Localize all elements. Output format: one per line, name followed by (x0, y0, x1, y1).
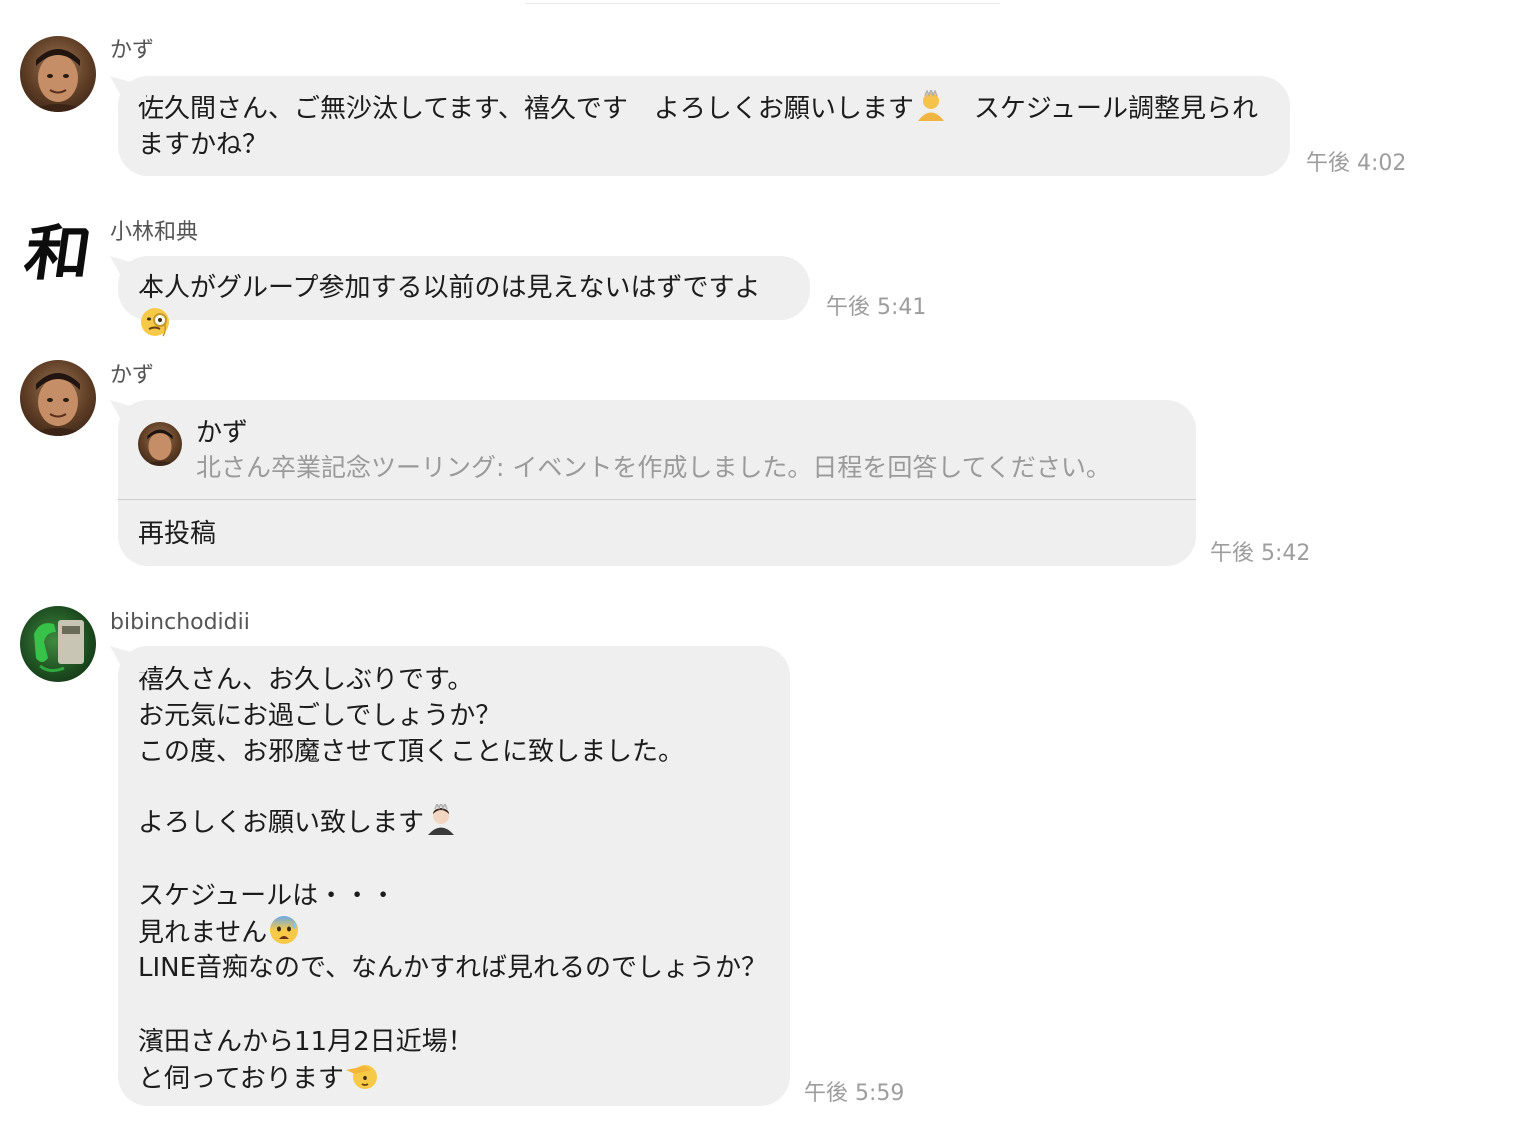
quote-avatar (138, 422, 182, 466)
sender-name: 小林和典 (110, 220, 199, 245)
message-line: スケジュールは・・・ (138, 881, 397, 911)
timestamp: 午後 5:42 (1210, 541, 1311, 566)
message-bubble[interactable]: 禧久さん、お久しぶりです。 お元気にお過ごしでしょうか？ この度、お邪魔させて頂… (118, 646, 790, 1106)
timestamp: 午後 4:02 (1306, 151, 1407, 176)
avatar-calligraphy: 和 (20, 219, 96, 289)
quoted-event[interactable]: かず 北さん卒業記念ツーリング: イベントを作成しました。日程を回答してください… (118, 400, 1196, 500)
message-line: 濱田さんから11月2日近場！ (138, 1027, 474, 1057)
sender-name: bibinchodidii (110, 610, 250, 635)
sender-name: かず (110, 38, 155, 63)
message-line: お元気にお過ごしでしょうか？ (138, 701, 502, 731)
quote-body: 北さん卒業記念ツーリング: イベントを作成しました。日程を回答してください。 (196, 453, 1111, 482)
repost-label[interactable]: 再投稿 (118, 500, 1196, 568)
person-bowing-icon (917, 90, 944, 121)
person-bowing-icon (428, 804, 455, 835)
avatar[interactable] (20, 360, 96, 436)
quote-sender: かず (196, 418, 249, 448)
message-text: 本人がグループ参加する以前のは見えないはずですよ (138, 273, 761, 303)
message-text: 佐久間さん、ご無沙汰してます、禧久です よろしくお願いします (138, 94, 914, 124)
top-divider (525, 0, 1000, 4)
avatar[interactable] (20, 606, 96, 682)
avatar[interactable] (20, 36, 96, 112)
message-bubble[interactable]: かず 北さん卒業記念ツーリング: イベントを作成しました。日程を回答してください… (118, 400, 1196, 566)
message-line: 禧久さん、お久しぶりです。 (138, 665, 474, 695)
sender-name: かず (110, 363, 155, 388)
saluting-face-icon (345, 1065, 377, 1089)
face-with-monocle-icon (141, 308, 169, 337)
message-line: 見れません (138, 914, 770, 950)
timestamp: 午後 5:59 (804, 1081, 905, 1106)
anxious-face-with-sweat-icon (270, 916, 299, 944)
message-line: LINE音痴なので、なんかすれば見れるのでしょうか？ (138, 953, 767, 983)
message-line: よろしくお願い致します (138, 804, 770, 840)
timestamp: 午後 5:41 (826, 295, 927, 320)
message-line: この度、お邪魔させて頂くことに致しました。 (138, 737, 685, 767)
message-line: と伺っております (138, 1060, 770, 1096)
message-bubble[interactable]: 佐久間さん、ご無沙汰してます、禧久です よろしくお願いします スケジュール調整見… (118, 76, 1290, 176)
avatar[interactable]: 和 (20, 216, 96, 292)
message-bubble[interactable]: 本人がグループ参加する以前のは見えないはずですよ (118, 256, 810, 337)
